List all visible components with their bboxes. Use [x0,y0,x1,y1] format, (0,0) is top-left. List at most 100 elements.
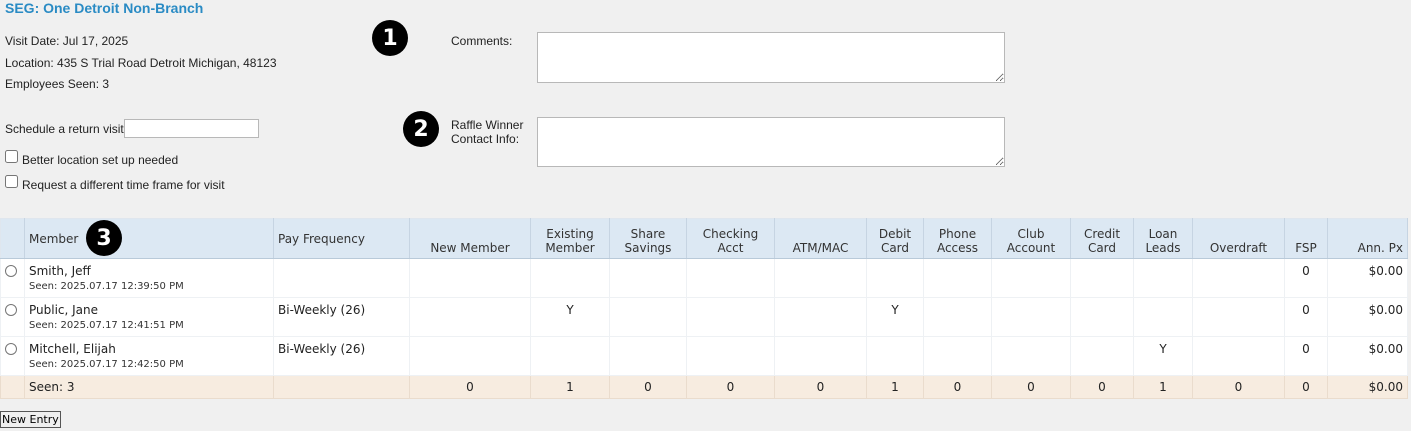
cell-overdraft [1192,297,1285,337]
header-atm-mac[interactable]: ATM/MAC [774,218,867,259]
row-select-cell [0,336,25,376]
raffle-label-line2: Contact Info: [451,132,520,146]
table-row[interactable]: Mitchell, Elijah Seen: 2025.07.17 12:42:5… [0,336,1408,376]
cell-checking-acct [686,336,775,376]
cell-phone-access [923,336,992,376]
cell-debit-card [866,336,924,376]
page-title: SEG: One Detroit Non-Branch [5,0,204,16]
totals-atm-mac: 0 [774,375,867,399]
cell-new-member [409,336,531,376]
totals-new-member: 0 [409,375,531,399]
header-overdraft[interactable]: Overdraft [1192,218,1285,259]
header-select [0,218,25,259]
table-row[interactable]: Smith, Jeff Seen: 2025.07.17 12:39:50 PM 0… [0,258,1408,298]
row-select-radio[interactable] [5,265,17,277]
header-ann-px[interactable]: Ann. Px [1327,218,1408,259]
totals-debit-card: 1 [866,375,924,399]
employees-seen: Employees Seen: 3 [5,77,110,91]
cell-club-account [991,297,1071,337]
cell-phone-access [923,258,992,298]
totals-checking-acct: 0 [686,375,775,399]
header-fsp[interactable]: FSP [1284,218,1328,259]
cell-existing-member [530,336,610,376]
comments-textarea[interactable] [537,32,1005,83]
cell-overdraft [1192,336,1285,376]
row-select-cell [0,258,25,298]
new-entry-button[interactable]: New Entry [0,411,61,428]
visit-location: Location: 435 S Trial Road Detroit Michi… [5,56,277,70]
return-visit-input[interactable] [124,119,259,138]
cell-share-savings [609,336,687,376]
cell-loan-leads [1133,297,1193,337]
totals-phone-access: 0 [923,375,992,399]
cell-new-member [409,297,531,337]
different-time-checkbox[interactable] [5,175,18,188]
comments-label: Comments: [451,34,513,48]
cell-fsp: 0 [1284,297,1328,337]
member-name: Public, Jane [29,303,99,317]
member-seen-time: Seen: 2025.07.17 12:42:50 PM [29,359,184,370]
member-cell: Smith, Jeff Seen: 2025.07.17 12:39:50 PM [24,258,274,298]
totals-club-account: 0 [991,375,1071,399]
cell-checking-acct [686,297,775,337]
cell-new-member [409,258,531,298]
cell-loan-leads: Y [1133,336,1193,376]
cell-credit-card [1070,258,1134,298]
cell-pay-frequency [273,258,410,298]
cell-atm-mac [774,336,867,376]
members-table: Member Pay Frequency New Member Existing… [0,218,1408,399]
cell-pay-frequency: Bi-Weekly (26) [273,336,410,376]
member-seen-time: Seen: 2025.07.17 12:41:51 PM [29,320,184,331]
cell-atm-mac [774,258,867,298]
cell-share-savings [609,258,687,298]
cell-checking-acct [686,258,775,298]
cell-club-account [991,258,1071,298]
cell-phone-access [923,297,992,337]
raffle-label-line1: Raffle Winner [451,118,524,132]
callout-badge-3: 3 [86,220,122,256]
header-checking-acct[interactable]: Checking Acct [686,218,775,259]
cell-credit-card [1070,336,1134,376]
better-location-label: Better location set up needed [22,153,179,167]
cell-debit-card: Y [866,297,924,337]
totals-overdraft: 0 [1192,375,1285,399]
totals-select [0,375,25,399]
totals-loan-leads: 1 [1133,375,1193,399]
header-new-member[interactable]: New Member [409,218,531,259]
member-name: Smith, Jeff [29,264,91,278]
raffle-contact-textarea[interactable] [537,117,1005,167]
header-debit-card[interactable]: Debit Card [866,218,924,259]
header-share-savings[interactable]: Share Savings [609,218,687,259]
visit-date: Visit Date: Jul 17, 2025 [5,34,129,48]
header-existing-member[interactable]: Existing Member [530,218,610,259]
callout-badge-2: 2 [403,111,439,147]
cell-ann-px: $0.00 [1327,258,1408,298]
cell-existing-member: Y [530,297,610,337]
row-select-radio[interactable] [5,343,17,355]
header-loan-leads[interactable]: Loan Leads [1133,218,1193,259]
header-pay-frequency[interactable]: Pay Frequency [273,218,410,259]
totals-row: Seen: 3 0 1 0 0 0 1 0 0 0 1 0 0 $0.00 [0,375,1408,399]
table-header-row: Member Pay Frequency New Member Existing… [0,218,1408,259]
cell-pay-frequency: Bi-Weekly (26) [273,297,410,337]
totals-seen: Seen: 3 [24,375,274,399]
header-credit-card[interactable]: Credit Card [1070,218,1134,259]
return-visit-label: Schedule a return visit: [5,122,128,136]
totals-pay-frequency [273,375,410,399]
totals-fsp: 0 [1284,375,1328,399]
cell-existing-member [530,258,610,298]
table-row[interactable]: Public, Jane Seen: 2025.07.17 12:41:51 PM… [0,297,1408,337]
cell-fsp: 0 [1284,336,1328,376]
different-time-label: Request a different time frame for visit [22,178,225,192]
cell-credit-card [1070,297,1134,337]
row-select-cell [0,297,25,337]
row-select-radio[interactable] [5,304,17,316]
cell-club-account [991,336,1071,376]
header-club-account[interactable]: Club Account [991,218,1071,259]
header-phone-access[interactable]: Phone Access [923,218,992,259]
better-location-checkbox[interactable] [5,150,18,163]
header-member[interactable]: Member [24,218,274,259]
cell-overdraft [1192,258,1285,298]
totals-credit-card: 0 [1070,375,1134,399]
cell-debit-card [866,258,924,298]
